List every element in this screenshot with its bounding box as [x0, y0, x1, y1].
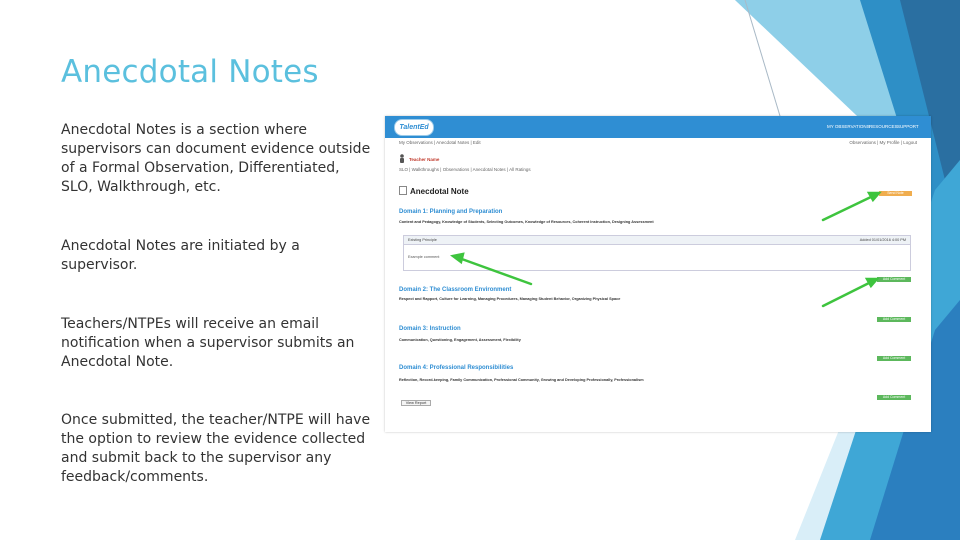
- arrow-head-1: [866, 191, 882, 203]
- embedded-app-screenshot: TalentEd MY OBSERVATIONS RESOURCES SUPPO…: [385, 116, 931, 432]
- paragraph-email-notification: Teachers/NTPEs will receive an email not…: [61, 316, 355, 370]
- arrow-to-add-comment: [821, 280, 873, 308]
- arrow-head-2: [450, 252, 465, 265]
- arrow-head-3: [864, 277, 880, 289]
- paragraph-section-description: Anecdotal Notes is a section where super…: [61, 122, 371, 195]
- paragraph-initiated-by: Anecdotal Notes are initiated by a super…: [61, 238, 300, 273]
- paragraph-review-feedback: Once submitted, the teacher/NTPE will ha…: [61, 412, 371, 485]
- arrow-to-comment: [457, 256, 533, 286]
- slide-title: Anecdotal Notes: [61, 54, 319, 90]
- annotation-arrows: [450, 191, 882, 308]
- arrow-to-send-note: [821, 194, 875, 222]
